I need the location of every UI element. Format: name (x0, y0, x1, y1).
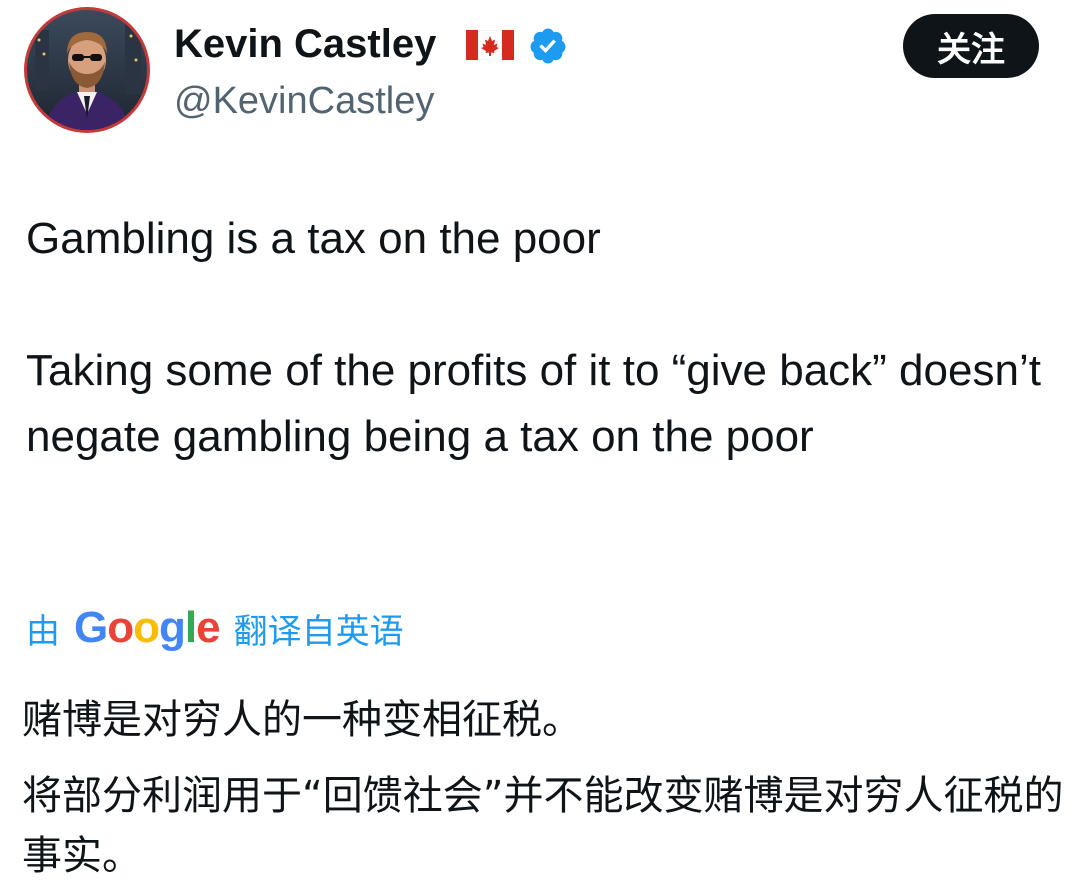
translated-text-paragraph: 赌博是对穷人的一种变相征税。 (22, 697, 582, 743)
translation-attribution[interactable]: 由 Google 翻译自英语 (26, 600, 404, 656)
translated-text-paragraph: 将部分利润用于“回馈社会”并不能改变赌博是对穷人征税的事实。 (22, 773, 1064, 879)
tweet-text-paragraph: Gambling is a tax on the poor (26, 214, 601, 263)
avatar-image (27, 10, 147, 130)
tweet-text-paragraph: Taking some of the profits of it to “giv… (26, 346, 1054, 461)
canada-flag-icon (466, 30, 514, 60)
avatar[interactable] (24, 7, 150, 133)
follow-button[interactable]: 关注 (903, 14, 1039, 78)
verified-badge-icon (530, 28, 566, 64)
translated-by-label: 由 (26, 611, 60, 652)
translated-from-label: 翻译自英语 (233, 611, 404, 652)
author-handle[interactable]: @KevinCastley (174, 78, 434, 124)
author-display-name[interactable]: Kevin Castley (174, 20, 436, 68)
google-logo: Google (74, 603, 221, 652)
